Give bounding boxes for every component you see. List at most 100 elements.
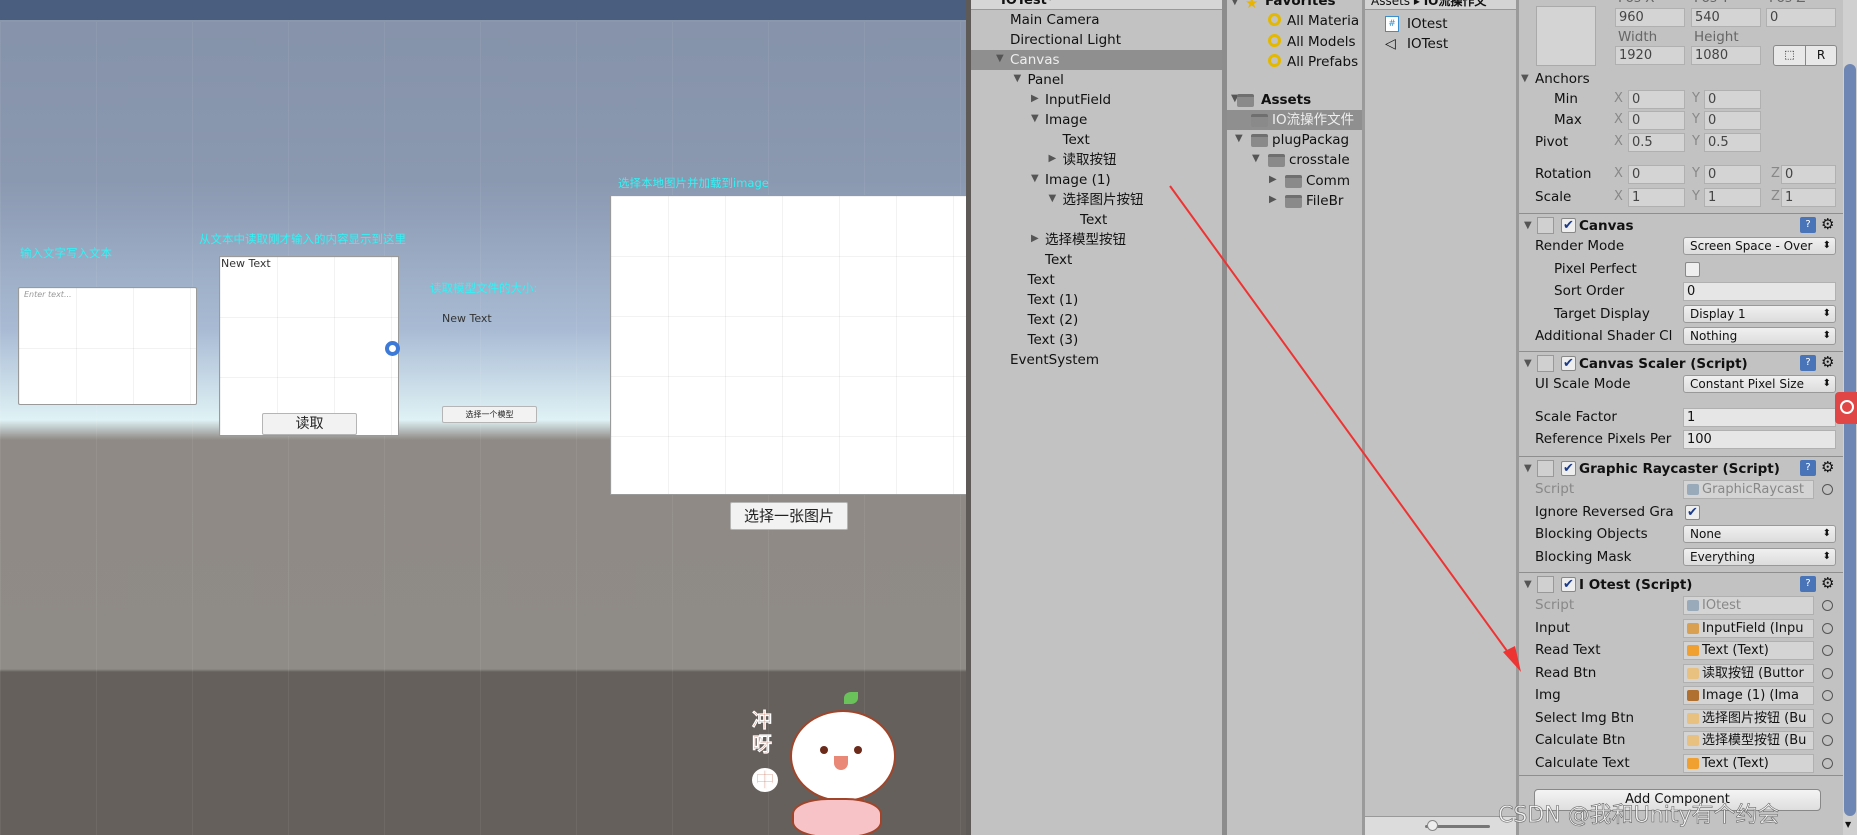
scale-field[interactable]: 1 [1781, 188, 1836, 207]
size-field[interactable]: 1920 [1615, 46, 1685, 65]
project-folder[interactable]: IO流操作文件 [1272, 110, 1354, 130]
property-dropdown[interactable]: Everything [1683, 547, 1836, 566]
object-picker-icon[interactable] [1822, 667, 1833, 679]
object-reference-field[interactable]: Image (1) (Ima [1683, 686, 1814, 705]
project-folder[interactable]: crosstale [1289, 150, 1350, 170]
read-button[interactable]: 读取 [262, 413, 357, 435]
select-image-button[interactable]: 选择一张图片 [730, 502, 848, 530]
property-field[interactable]: 1 [1683, 407, 1836, 427]
rotation-field[interactable]: 0 [1781, 165, 1836, 184]
property-field[interactable]: 0 [1683, 282, 1836, 301]
component-title[interactable]: Canvas Scaler (Script) [1579, 354, 1748, 374]
pos-field[interactable]: 540 [1691, 8, 1761, 27]
object-reference-field[interactable]: IOtest [1683, 596, 1814, 615]
expanded-arrow-icon[interactable]: ▼ [996, 53, 1004, 64]
object-picker-icon[interactable] [1822, 712, 1833, 724]
input-field[interactable]: Enter text... [18, 287, 197, 405]
expanded-arrow-icon[interactable]: ▼ [1049, 193, 1057, 204]
hierarchy-item[interactable]: Text [1028, 270, 1055, 290]
object-reference-field[interactable]: GraphicRaycast [1683, 480, 1814, 499]
property-checkbox[interactable]: ✔ [1685, 504, 1700, 520]
help-icon[interactable]: ? [1800, 460, 1816, 476]
expanded-arrow-icon[interactable]: ▼ [1031, 113, 1039, 124]
pos-field[interactable]: 960 [1615, 8, 1685, 27]
object-picker-icon[interactable] [1822, 757, 1833, 769]
object-picker-icon[interactable] [1822, 484, 1833, 495]
hierarchy-item[interactable]: Image (1) [1045, 170, 1111, 190]
collapsed-arrow-icon[interactable]: ▶ [1049, 153, 1057, 164]
component-enabled-checkbox[interactable]: ✔ [1561, 577, 1576, 592]
help-icon[interactable]: ? [1800, 576, 1816, 592]
breadcrumb-assets[interactable]: Assets [1371, 0, 1410, 8]
component-title[interactable]: Graphic Raycaster (Script) [1579, 459, 1780, 479]
component-enabled-checkbox[interactable]: ✔ [1561, 461, 1576, 476]
scale-field[interactable]: 1 [1704, 188, 1761, 207]
favorite-item[interactable]: All Materia [1287, 11, 1359, 31]
hierarchy-item[interactable]: InputField [1045, 90, 1111, 110]
gear-icon[interactable]: ⚙ [1821, 574, 1834, 592]
hierarchy-item[interactable]: 选择模型按钮 [1045, 230, 1126, 250]
project-file[interactable]: IOTest [1407, 34, 1448, 54]
project-folder[interactable]: Comm [1306, 171, 1350, 191]
scale-field[interactable]: 1 [1628, 188, 1685, 207]
property-dropdown[interactable]: Nothing [1683, 327, 1836, 345]
hierarchy-item[interactable]: Text [1063, 130, 1090, 150]
select-model-button[interactable]: 选择一个模型 [442, 406, 537, 423]
property-dropdown[interactable]: None [1683, 525, 1836, 543]
hierarchy-item[interactable]: Text (3) [1028, 330, 1079, 350]
hierarchy-item[interactable]: Text [1080, 210, 1107, 230]
expanded-arrow-icon[interactable]: ▼ [1524, 463, 1532, 474]
expanded-arrow-icon[interactable]: ▼ [1252, 153, 1260, 164]
object-reference-field[interactable]: Text (Text) [1683, 641, 1814, 660]
scroll-down-icon[interactable]: ▼ [1845, 820, 1851, 829]
min-field[interactable]: 0 [1704, 90, 1761, 109]
expanded-arrow-icon[interactable]: ▼ [1521, 73, 1529, 84]
side-tab-icon[interactable] [1835, 392, 1857, 424]
hierarchy-item[interactable]: Main Camera [1010, 10, 1100, 30]
favorite-item[interactable]: All Prefabs [1287, 52, 1358, 72]
hierarchy-item[interactable]: Panel [1028, 70, 1064, 90]
hierarchy-item[interactable]: Canvas [1010, 50, 1060, 70]
hierarchy-item[interactable]: Text (1) [1028, 290, 1079, 310]
hierarchy-item[interactable]: Image [1045, 110, 1087, 130]
expanded-arrow-icon[interactable]: ▼ [1031, 173, 1039, 184]
favorites-header[interactable]: Favorites [1265, 0, 1336, 11]
property-checkbox[interactable] [1685, 261, 1700, 277]
size-field[interactable]: 1080 [1691, 46, 1761, 65]
max-field[interactable]: 0 [1704, 111, 1761, 130]
pivot-field[interactable]: 0.5 [1628, 133, 1685, 152]
hierarchy-item[interactable]: Text (2) [1028, 310, 1079, 330]
gear-icon[interactable]: ⚙ [1821, 353, 1834, 371]
assets-folder[interactable]: Assets [1261, 90, 1311, 110]
scene-view[interactable]: 输入文字写入文本 Enter text... 从文本中读取刚才输入的内容显示到这… [0, 0, 968, 835]
collapsed-arrow-icon[interactable]: ▶ [1269, 174, 1277, 185]
gear-icon[interactable]: ⚙ [1821, 215, 1834, 233]
gizmo-handle-icon[interactable] [385, 341, 400, 356]
object-picker-icon[interactable] [1822, 735, 1833, 746]
scrollbar-thumb[interactable] [1844, 64, 1856, 816]
help-icon[interactable]: ? [1800, 217, 1816, 233]
collapsed-arrow-icon[interactable]: ▶ [1031, 233, 1039, 244]
max-field[interactable]: 0 [1628, 111, 1685, 130]
collapsed-arrow-icon[interactable]: ▶ [1269, 194, 1277, 205]
project-folder[interactable]: plugPackag [1272, 130, 1349, 150]
anchor-preset-button[interactable] [1536, 6, 1596, 66]
expanded-arrow-icon[interactable]: ▼ [1524, 220, 1532, 231]
component-title[interactable]: Canvas [1579, 216, 1634, 236]
slider-knob[interactable] [1427, 820, 1438, 831]
project-file[interactable]: IOtest [1407, 14, 1448, 34]
expanded-arrow-icon[interactable]: ▼ [1524, 358, 1532, 369]
object-picker-icon[interactable] [1822, 600, 1833, 611]
property-dropdown[interactable]: Display 1 [1683, 304, 1836, 323]
raw-edit-button[interactable]: R [1805, 45, 1837, 66]
property-dropdown[interactable]: Constant Pixel Size [1683, 375, 1836, 393]
expanded-arrow-icon[interactable]: ▼ [1235, 133, 1243, 144]
property-field[interactable]: 100 [1683, 430, 1836, 449]
hierarchy-item[interactable]: EventSystem [1010, 350, 1099, 370]
min-field[interactable]: 0 [1628, 90, 1685, 109]
hierarchy-item[interactable]: Text [1045, 250, 1072, 270]
object-reference-field[interactable]: Text (Text) [1683, 753, 1814, 773]
rotation-field[interactable]: 0 [1628, 165, 1685, 184]
component-enabled-checkbox[interactable]: ✔ [1561, 218, 1576, 233]
object-reference-field[interactable]: 选择图片按钮 (Bu [1683, 708, 1814, 728]
